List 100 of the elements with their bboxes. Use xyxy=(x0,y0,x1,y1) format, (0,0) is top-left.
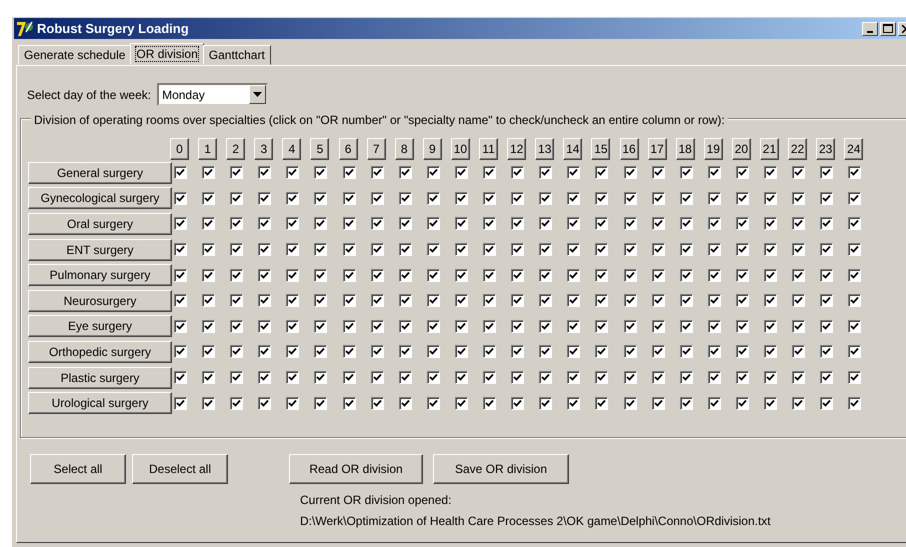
checkbox[interactable] xyxy=(652,371,665,384)
checkbox[interactable] xyxy=(286,396,300,410)
checkbox[interactable] xyxy=(370,243,384,256)
checkbox[interactable] xyxy=(736,192,749,205)
checkbox[interactable] xyxy=(736,345,749,358)
checkbox[interactable] xyxy=(314,345,328,358)
checkbox[interactable] xyxy=(511,320,524,333)
checkbox[interactable] xyxy=(764,396,777,410)
checkbox[interactable] xyxy=(426,166,440,180)
checkbox[interactable] xyxy=(370,294,384,308)
checkbox[interactable] xyxy=(370,268,384,282)
checkbox[interactable] xyxy=(370,320,384,333)
checkbox[interactable] xyxy=(511,268,524,282)
checkbox[interactable] xyxy=(792,396,806,410)
checkbox[interactable] xyxy=(652,345,665,358)
checkbox[interactable] xyxy=(454,217,468,230)
checkbox[interactable] xyxy=(708,294,721,308)
checkbox[interactable] xyxy=(454,268,468,282)
checkbox[interactable] xyxy=(258,294,272,308)
checkbox[interactable] xyxy=(820,243,834,256)
specialty-button[interactable]: Plastic surgery xyxy=(28,366,172,389)
checkbox[interactable] xyxy=(511,192,524,205)
checkbox[interactable] xyxy=(258,243,272,256)
column-header-button[interactable]: 10 xyxy=(450,138,470,160)
checkbox[interactable] xyxy=(595,320,608,333)
checkbox[interactable] xyxy=(398,243,412,256)
checkbox[interactable] xyxy=(174,396,187,410)
checkbox[interactable] xyxy=(483,192,496,205)
checkbox[interactable] xyxy=(342,243,356,256)
checkbox[interactable] xyxy=(792,217,806,230)
checkbox[interactable] xyxy=(483,294,496,308)
checkbox[interactable] xyxy=(736,166,749,180)
checkbox[interactable] xyxy=(174,371,187,384)
checkbox[interactable] xyxy=(370,371,384,384)
checkbox[interactable] xyxy=(342,217,356,230)
checkbox[interactable] xyxy=(342,396,356,410)
checkbox[interactable] xyxy=(258,320,272,333)
checkbox[interactable] xyxy=(426,217,440,230)
checkbox[interactable] xyxy=(848,217,862,230)
checkbox[interactable] xyxy=(848,345,862,358)
checkbox[interactable] xyxy=(398,192,412,205)
checkbox[interactable] xyxy=(370,166,384,180)
checkbox[interactable] xyxy=(230,294,244,308)
column-header-button[interactable]: 20 xyxy=(732,138,751,160)
day-dropdown[interactable]: Monday xyxy=(157,83,268,106)
checkbox[interactable] xyxy=(820,345,834,358)
checkbox[interactable] xyxy=(792,371,806,384)
checkbox[interactable] xyxy=(258,396,272,410)
checkbox[interactable] xyxy=(764,268,777,282)
checkbox[interactable] xyxy=(202,243,216,256)
checkbox[interactable] xyxy=(426,294,440,308)
checkbox[interactable] xyxy=(624,192,636,205)
checkbox[interactable] xyxy=(652,268,665,282)
checkbox[interactable] xyxy=(680,345,693,358)
checkbox[interactable] xyxy=(511,396,524,410)
column-header-button[interactable]: 1 xyxy=(198,138,218,160)
checkbox[interactable] xyxy=(398,294,412,308)
checkbox[interactable] xyxy=(708,217,721,230)
checkbox[interactable] xyxy=(286,192,300,205)
column-header-button[interactable]: 6 xyxy=(338,138,358,160)
checkbox[interactable] xyxy=(398,371,412,384)
checkbox[interactable] xyxy=(680,192,693,205)
checkbox[interactable] xyxy=(652,192,665,205)
checkbox[interactable] xyxy=(314,294,328,308)
checkbox[interactable] xyxy=(708,396,721,410)
column-header-button[interactable]: 3 xyxy=(254,138,274,160)
checkbox[interactable] xyxy=(567,345,580,358)
checkbox[interactable] xyxy=(342,192,356,205)
checkbox[interactable] xyxy=(230,192,244,205)
checkbox[interactable] xyxy=(314,217,328,230)
specialty-button[interactable]: ENT surgery xyxy=(28,238,172,261)
checkbox[interactable] xyxy=(708,371,721,384)
checkbox[interactable] xyxy=(342,268,356,282)
checkbox[interactable] xyxy=(820,294,834,308)
checkbox[interactable] xyxy=(286,268,300,282)
checkbox[interactable] xyxy=(370,192,384,205)
checkbox[interactable] xyxy=(736,371,749,384)
checkbox[interactable] xyxy=(820,371,834,384)
checkbox[interactable] xyxy=(764,243,777,256)
checkbox[interactable] xyxy=(426,243,440,256)
checkbox[interactable] xyxy=(708,192,721,205)
checkbox[interactable] xyxy=(426,192,440,205)
checkbox[interactable] xyxy=(454,371,468,384)
checkbox[interactable] xyxy=(736,243,749,256)
checkbox[interactable] xyxy=(454,396,468,410)
checkbox[interactable] xyxy=(426,396,440,410)
checkbox[interactable] xyxy=(342,320,356,333)
checkbox[interactable] xyxy=(370,217,384,230)
checkbox[interactable] xyxy=(174,294,187,308)
checkbox[interactable] xyxy=(539,294,552,308)
checkbox[interactable] xyxy=(202,396,216,410)
column-header-button[interactable]: 23 xyxy=(816,138,836,160)
checkbox[interactable] xyxy=(230,268,244,282)
checkbox[interactable] xyxy=(286,371,300,384)
checkbox[interactable] xyxy=(174,166,187,180)
checkbox[interactable] xyxy=(848,294,862,308)
checkbox[interactable] xyxy=(736,268,749,282)
checkbox[interactable] xyxy=(595,294,608,308)
checkbox[interactable] xyxy=(624,166,636,180)
checkbox[interactable] xyxy=(567,268,580,282)
